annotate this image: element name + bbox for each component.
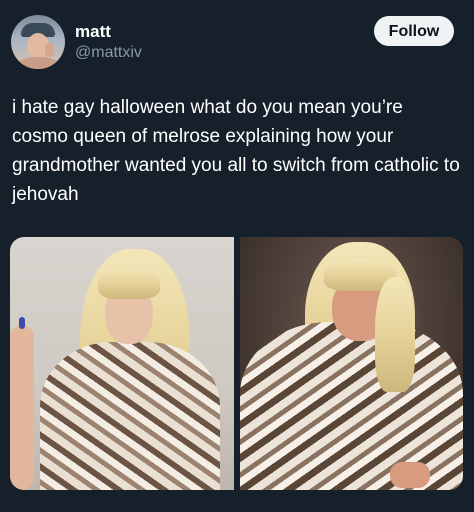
author-handle[interactable]: @mattxiv <box>75 44 142 62</box>
author-display-name[interactable]: matt <box>75 22 111 42</box>
left-bangs <box>98 267 160 299</box>
media-photo-right[interactable] <box>240 237 463 490</box>
left-fur-coat <box>40 342 220 490</box>
avatar-shoulders <box>15 57 61 69</box>
left-painted-nail <box>19 317 25 329</box>
follow-button[interactable]: Follow <box>374 16 454 46</box>
right-fur-coat <box>240 322 463 490</box>
tweet-text: i hate gay halloween what do you mean yo… <box>12 97 460 205</box>
avatar-hand <box>45 43 54 57</box>
tweet-card: matt @mattxiv Follow i hate gay hallowee… <box>0 0 474 512</box>
author-avatar[interactable] <box>11 15 65 69</box>
left-raised-arm <box>10 325 34 490</box>
right-hand <box>390 462 430 488</box>
media-photo-left[interactable] <box>10 237 234 490</box>
right-hair-strand <box>375 277 415 392</box>
